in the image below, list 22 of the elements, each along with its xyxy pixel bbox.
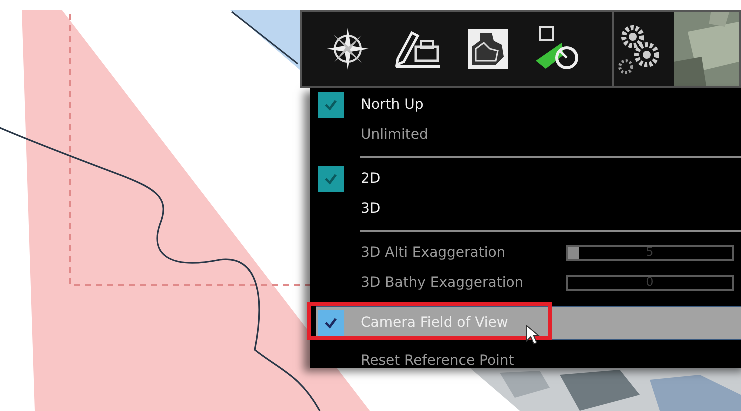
slider-value: 0 [645, 275, 655, 289]
mouse-cursor-icon [526, 325, 540, 345]
pencil-printer-icon [394, 29, 442, 69]
slider-value: 5 [645, 245, 655, 259]
map-icon [466, 27, 510, 71]
checkbox[interactable] [318, 166, 344, 192]
menu-item-label: 2D [361, 171, 381, 187]
menu-item[interactable]: 2D [310, 164, 741, 194]
check-icon [324, 173, 338, 185]
menu-item-label: North Up [361, 97, 424, 113]
menu-item[interactable]: Reset Reference Point [361, 353, 514, 369]
menu-item[interactable]: 3D [310, 194, 741, 224]
checkbox[interactable] [318, 92, 344, 118]
slider-label: 3D Alti Exaggeration [361, 245, 507, 261]
slider-label: 3D Bathy Exaggeration [361, 275, 525, 291]
check-icon [324, 99, 338, 111]
menu-item-label: Unlimited [361, 127, 428, 143]
check-icon [324, 317, 338, 329]
menu-item-label: Camera Field of View [361, 315, 508, 331]
menu-item-label: 3D [361, 201, 381, 217]
settings-icon [618, 23, 662, 75]
menu-item[interactable]: North Up [310, 90, 741, 120]
